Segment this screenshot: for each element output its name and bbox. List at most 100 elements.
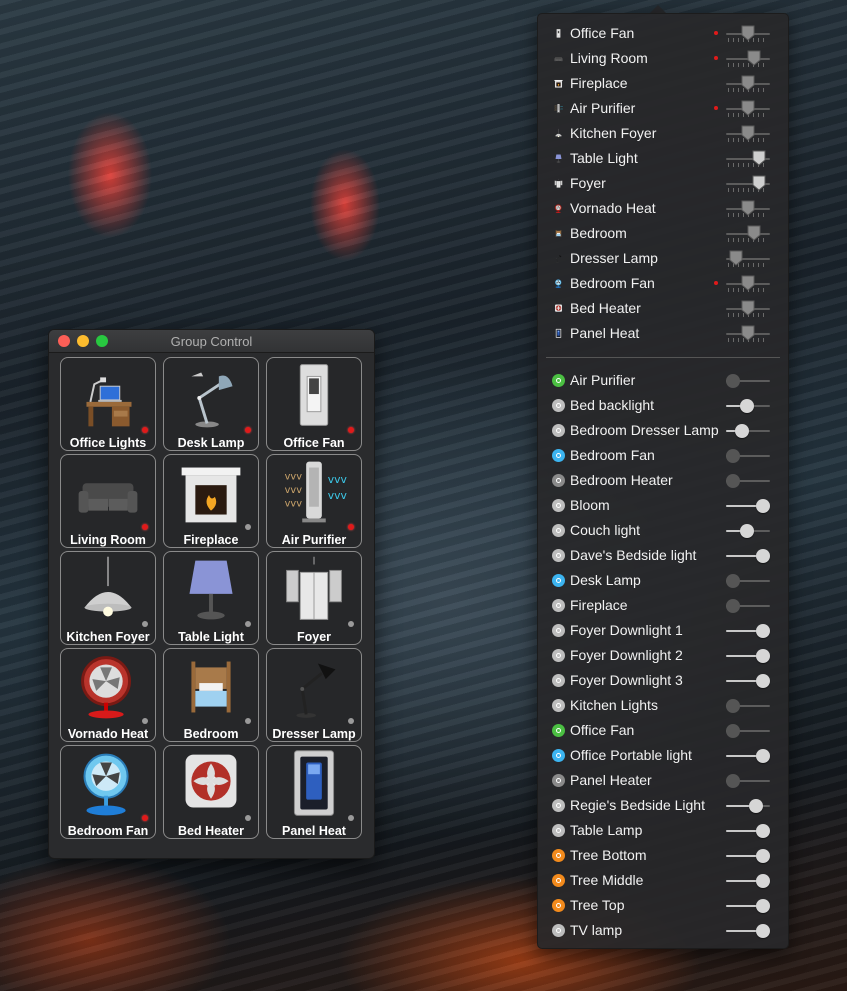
device-level-slider[interactable] [726,770,770,791]
window-titlebar[interactable]: Group Control [49,330,374,353]
group-level-slider[interactable] [726,223,770,244]
slider-knob[interactable] [756,549,770,563]
device-level-slider[interactable] [726,745,770,766]
menu-device-row[interactable]: Kitchen Lights [538,693,788,718]
menu-device-row[interactable]: Dave's Bedside light [538,543,788,568]
slider-knob[interactable] [726,574,740,588]
device-level-slider[interactable] [726,520,770,541]
group-tile-bed-heater[interactable]: Bed Heater [163,745,259,839]
slider-thumb[interactable] [747,50,761,66]
menu-device-row[interactable]: Bedroom Heater [538,468,788,493]
device-level-slider[interactable] [726,470,770,491]
group-level-slider[interactable] [726,173,770,194]
slider-knob[interactable] [726,449,740,463]
slider-thumb[interactable] [752,175,766,191]
menu-group-row[interactable]: Bedroom [538,221,788,246]
menu-device-row[interactable]: Tree Bottom [538,843,788,868]
slider-thumb[interactable] [741,75,755,91]
menu-device-row[interactable]: Regie's Bedside Light [538,793,788,818]
slider-thumb[interactable] [729,250,743,266]
slider-knob[interactable] [756,624,770,638]
device-level-slider[interactable] [726,395,770,416]
slider-thumb[interactable] [741,325,755,341]
slider-knob[interactable] [756,874,770,888]
slider-knob[interactable] [726,724,740,738]
group-level-slider[interactable] [726,198,770,219]
slider-knob[interactable] [756,924,770,938]
menu-group-row[interactable]: Foyer [538,171,788,196]
device-level-slider[interactable] [726,845,770,866]
group-level-slider[interactable] [726,23,770,44]
slider-thumb[interactable] [741,275,755,291]
menu-device-row[interactable]: Office Portable light [538,743,788,768]
menu-device-row[interactable]: Bedroom Fan [538,443,788,468]
menu-group-row[interactable]: Kitchen Foyer [538,121,788,146]
menu-group-row[interactable]: vvv vvv vvv vvv vvv Air Purifier [538,96,788,121]
menu-device-row[interactable]: Office Fan [538,718,788,743]
group-level-slider[interactable] [726,273,770,294]
menu-group-row[interactable]: Living Room [538,46,788,71]
group-tile-bedroom[interactable]: Bedroom [163,648,259,742]
group-tile-foyer[interactable]: Foyer [266,551,362,645]
menu-device-row[interactable]: Air Purifier [538,368,788,393]
group-tile-panel-heat[interactable]: Panel Heat [266,745,362,839]
group-tile-office-fan[interactable]: Office Fan [266,357,362,451]
slider-thumb[interactable] [741,200,755,216]
slider-knob[interactable] [726,699,740,713]
group-tile-office-lights[interactable]: Office Lights [60,357,156,451]
menu-group-row[interactable]: Panel Heat [538,321,788,346]
group-tile-bedroom-fan[interactable]: Bedroom Fan [60,745,156,839]
group-tile-kitchen-foyer[interactable]: Kitchen Foyer [60,551,156,645]
device-level-slider[interactable] [726,720,770,741]
menu-group-row[interactable]: Bedroom Fan [538,271,788,296]
group-tile-fireplace[interactable]: Fireplace [163,454,259,548]
device-level-slider[interactable] [726,795,770,816]
slider-knob[interactable] [756,649,770,663]
slider-knob[interactable] [756,849,770,863]
slider-thumb[interactable] [741,100,755,116]
slider-thumb[interactable] [741,125,755,141]
menu-device-row[interactable]: Bedroom Dresser Lamp [538,418,788,443]
menu-device-row[interactable]: Fireplace [538,593,788,618]
slider-knob[interactable] [735,424,749,438]
group-level-slider[interactable] [726,48,770,69]
device-level-slider[interactable] [726,920,770,941]
group-level-slider[interactable] [726,123,770,144]
slider-knob[interactable] [749,799,763,813]
device-level-slider[interactable] [726,445,770,466]
slider-knob[interactable] [726,374,740,388]
slider-knob[interactable] [756,824,770,838]
menu-device-row[interactable]: Bloom [538,493,788,518]
menu-device-row[interactable]: Bed backlight [538,393,788,418]
slider-knob[interactable] [726,599,740,613]
device-level-slider[interactable] [726,545,770,566]
slider-knob[interactable] [756,899,770,913]
menu-group-row[interactable]: Table Light [538,146,788,171]
slider-thumb[interactable] [741,300,755,316]
group-level-slider[interactable] [726,323,770,344]
group-tile-table-light[interactable]: Table Light [163,551,259,645]
group-level-slider[interactable] [726,148,770,169]
device-level-slider[interactable] [726,495,770,516]
slider-knob[interactable] [740,524,754,538]
menu-group-row[interactable]: Office Fan [538,21,788,46]
menu-group-row[interactable]: Fireplace [538,71,788,96]
menu-group-row[interactable]: Bed Heater [538,296,788,321]
menu-device-row[interactable]: Foyer Downlight 3 [538,668,788,693]
device-level-slider[interactable] [726,570,770,591]
menu-device-row[interactable]: Foyer Downlight 1 [538,618,788,643]
menu-group-row[interactable]: Vornado Heat [538,196,788,221]
device-level-slider[interactable] [726,695,770,716]
group-level-slider[interactable] [726,298,770,319]
group-tile-air-purifier[interactable]: vvv vvv vvv vvv vvv Air Purifier [266,454,362,548]
group-level-slider[interactable] [726,98,770,119]
slider-knob[interactable] [756,749,770,763]
group-tile-dresser-lamp[interactable]: Dresser Lamp [266,648,362,742]
device-level-slider[interactable] [726,895,770,916]
menu-device-row[interactable]: TV lamp [538,918,788,943]
group-tile-living-room[interactable]: Living Room [60,454,156,548]
device-level-slider[interactable] [726,420,770,441]
slider-knob[interactable] [740,399,754,413]
menu-device-row[interactable]: Table Lamp [538,818,788,843]
group-level-slider[interactable] [726,248,770,269]
